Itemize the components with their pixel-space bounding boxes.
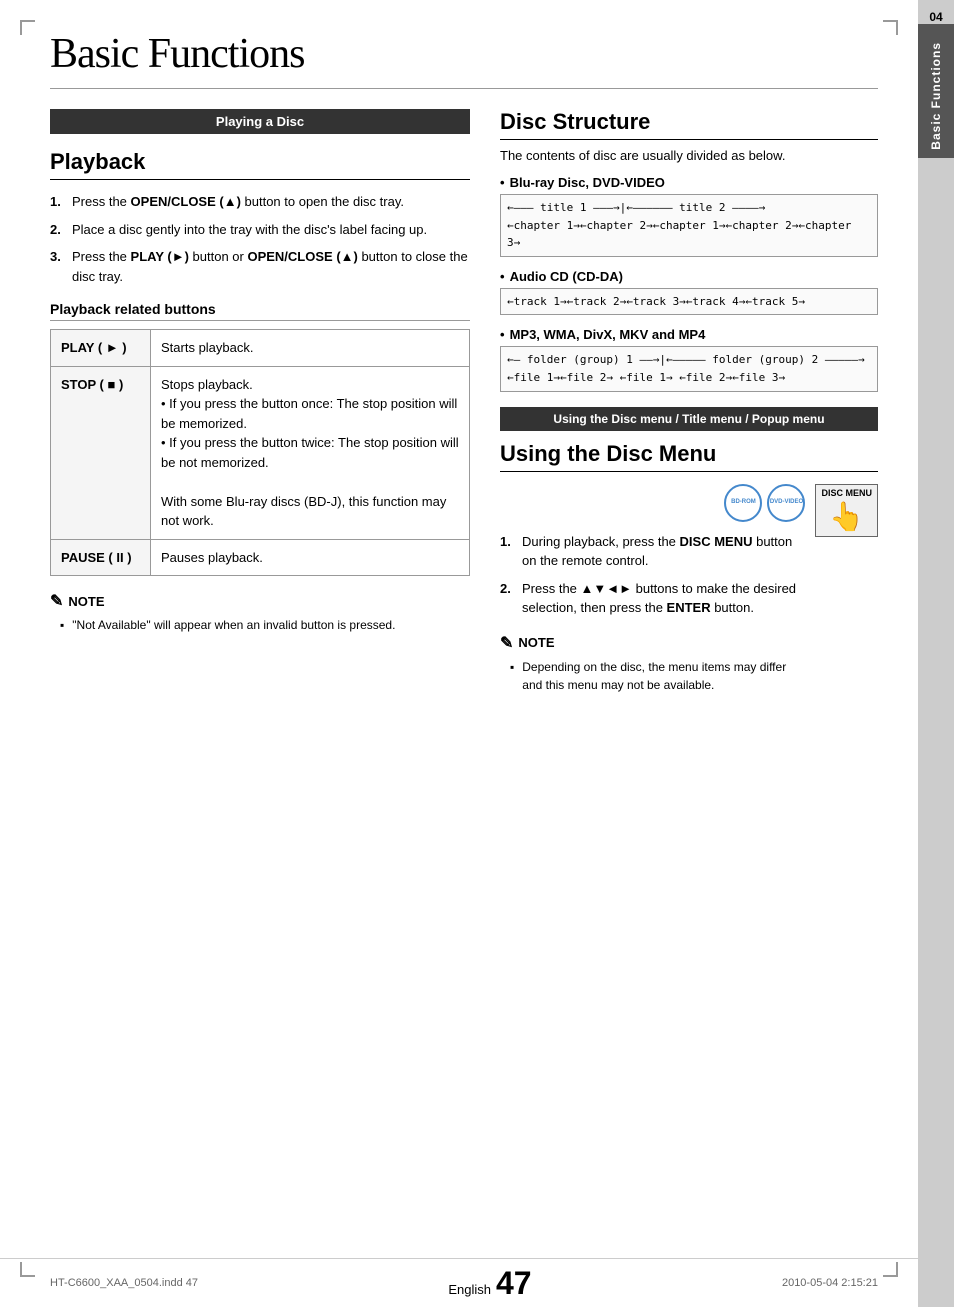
bd-rom-icon: BD-ROM [724,484,762,522]
disc-menu-button-label: DISC MENU [821,488,872,498]
right-column: Disc Structure The contents of disc are … [500,109,878,694]
table-row-pause: PAUSE ( II ) Pauses playback. [51,539,470,576]
note-list: "Not Available" will appear when an inva… [50,616,470,634]
step-1-text: Press the OPEN/CLOSE (▲) button to open … [72,192,470,212]
disc-menu-content: BD-ROM DVD-VIDEO 1. During playback, pre… [500,484,878,694]
chapter-label: Basic Functions [929,42,943,150]
side-tab: 04 Basic Functions [918,0,954,1307]
page-wrapper: 04 Basic Functions Basic Functions Playi… [0,0,954,1307]
note-label: NOTE [68,594,104,609]
corner-tl [20,20,35,35]
dvd-video-icon-label: DVD-VIDEO [770,499,803,506]
disc-type-mp3-label: MP3, WMA, DivX, MKV and MP4 [500,327,878,342]
disc-menu-step-1-text: During playback, press the DISC MENU but… [522,532,805,571]
disc-menu-note-label: NOTE [518,635,554,650]
disc-type-bluray-text: Blu-ray Disc, DVD-VIDEO [510,175,665,190]
table-row-stop: STOP ( ■ ) Stops playback. • If you pres… [51,366,470,539]
disc-menu-step-2-num: 2. [500,579,522,618]
disc-type-audio-cd-diagram: ←track 1→←track 2→←track 3→←track 4→←tra… [500,288,878,316]
disc-menu-note-title: ✎ NOTE [500,633,805,653]
disc-type-mp3-text: MP3, WMA, DivX, MKV and MP4 [510,327,706,342]
pause-button-label: PAUSE ( II ) [51,539,151,576]
disc-type-audio-cd-label: Audio CD (CD-DA) [500,269,878,284]
pause-button-desc: Pauses playback. [151,539,470,576]
step-3-text: Press the PLAY (►) button or OPEN/CLOSE … [72,247,470,286]
note-title: ✎ NOTE [50,591,470,611]
disc-menu-note-list: Depending on the disc, the menu items ma… [500,658,805,694]
disc-menu-button-image: DISC MENU 👆 [815,484,878,537]
table-row-play: PLAY ( ► ) Starts playback. [51,330,470,367]
disc-menu-step-2-text: Press the ▲▼◄► buttons to make the desir… [522,579,805,618]
disc-structure-title: Disc Structure [500,109,878,140]
footer-left: HT-C6600_XAA_0504.indd 47 [50,1277,198,1289]
hand-icon: 👆 [821,500,872,533]
dvd-video-icon: DVD-VIDEO [767,484,805,522]
disc-menu-step-1: 1. During playback, press the DISC MENU … [500,532,805,571]
disc-menu-title: Using the Disc Menu [500,441,878,472]
page-number: 47 [496,1267,532,1299]
step-2-text: Place a disc gently into the tray with t… [72,220,470,240]
playing-a-disc-header: Playing a Disc [50,109,470,134]
page-footer: HT-C6600_XAA_0504.indd 47 English 47 201… [0,1258,918,1307]
disc-icons: BD-ROM DVD-VIDEO [500,484,805,522]
disc-type-bluray-diagram: ←——— title 1 ———→|←—————— title 2 ————→ … [500,194,878,257]
playback-table: PLAY ( ► ) Starts playback. STOP ( ■ ) S… [50,329,470,576]
step-3-num: 3. [50,247,72,286]
step-2: 2. Place a disc gently into the tray wit… [50,220,470,240]
disc-structure-intro: The contents of disc are usually divided… [500,148,878,163]
disc-menu-image: DISC MENU 👆 [815,484,878,694]
chapter-highlight: Basic Functions [918,24,954,158]
page-title: Basic Functions [50,30,878,89]
left-column: Playing a Disc Playback 1. Press the OPE… [50,109,470,694]
disc-menu-note-icon: ✎ [500,633,513,653]
disc-type-audio-cd-text: Audio CD (CD-DA) [510,269,623,284]
disc-type-mp3-diagram: ←— folder (group) 1 ——→|←————— folder (g… [500,346,878,391]
disc-type-bluray: Blu-ray Disc, DVD-VIDEO ←——— title 1 ———… [500,175,878,257]
page-language: English [448,1282,491,1297]
stop-button-desc: Stops playback. • If you press the butto… [151,366,470,539]
disc-type-bluray-label: Blu-ray Disc, DVD-VIDEO [500,175,878,190]
playback-steps: 1. Press the OPEN/CLOSE (▲) button to op… [50,192,470,286]
play-button-label: PLAY ( ► ) [51,330,151,367]
note-icon: ✎ [50,591,63,611]
disc-menu-step-1-num: 1. [500,532,522,571]
step-2-num: 2. [50,220,72,240]
disc-menu-step-2: 2. Press the ▲▼◄► buttons to make the de… [500,579,805,618]
step-1-num: 1. [50,192,72,212]
corner-tr [883,20,898,35]
disc-type-audio-cd: Audio CD (CD-DA) ←track 1→←track 2→←trac… [500,269,878,316]
step-1: 1. Press the OPEN/CLOSE (▲) button to op… [50,192,470,212]
disc-menu-note-section: ✎ NOTE Depending on the disc, the menu i… [500,633,805,694]
note-item-1: "Not Available" will appear when an inva… [60,616,470,634]
note-section: ✎ NOTE "Not Available" will appear when … [50,591,470,634]
main-content: Basic Functions Playing a Disc Playback … [0,0,918,1307]
page-number-area: English 47 [448,1267,531,1299]
two-col-layout: Playing a Disc Playback 1. Press the OPE… [50,109,878,694]
disc-menu-note-item-1: Depending on the disc, the menu items ma… [510,658,805,694]
bd-rom-icon-label: BD-ROM [731,499,756,506]
step-3: 3. Press the PLAY (►) button or OPEN/CLO… [50,247,470,286]
disc-menu-section-header: Using the Disc menu / Title menu / Popup… [500,407,878,431]
stop-button-label: STOP ( ■ ) [51,366,151,539]
play-button-desc: Starts playback. [151,330,470,367]
playback-title: Playback [50,149,470,180]
disc-menu-text: BD-ROM DVD-VIDEO 1. During playback, pre… [500,484,805,694]
disc-menu-steps: 1. During playback, press the DISC MENU … [500,532,805,618]
disc-type-mp3: MP3, WMA, DivX, MKV and MP4 ←— folder (g… [500,327,878,391]
playback-buttons-subtitle: Playback related buttons [50,301,470,321]
footer-right: 2010-05-04 2:15:21 [782,1277,878,1289]
chapter-number: 04 [929,0,942,24]
